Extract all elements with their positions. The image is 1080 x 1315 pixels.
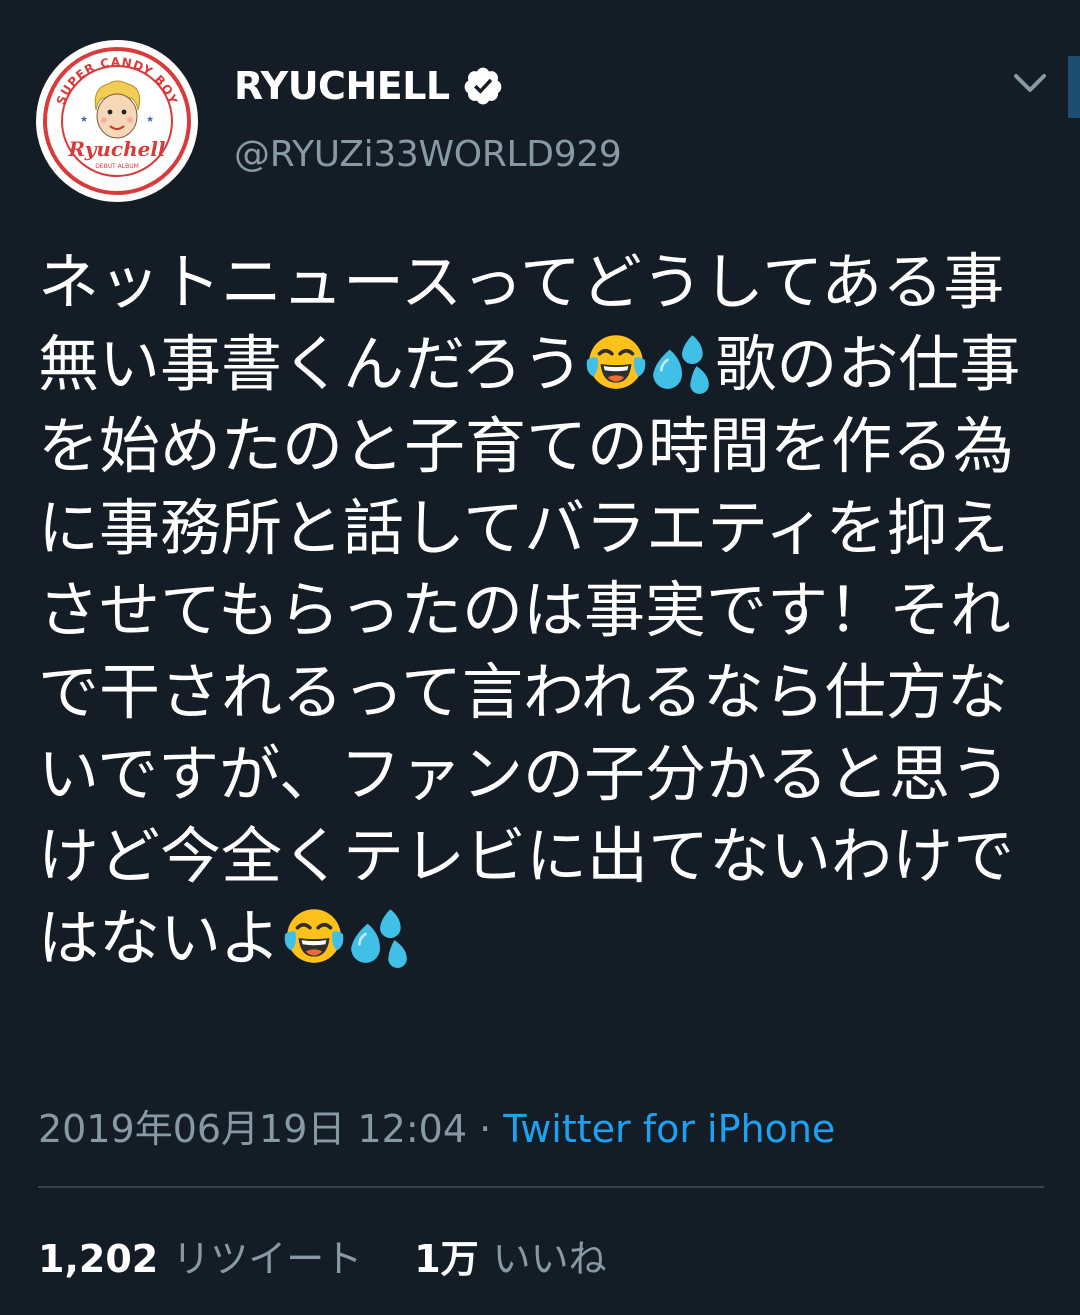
svg-text:★: ★ <box>146 115 154 125</box>
retweets-label: リツイート <box>172 1237 363 1281</box>
tweet-meta: 2019年06月19日 12:04 · Twitter for iPhone <box>38 1098 835 1153</box>
tweet-timestamp[interactable]: 2019年06月19日 12:04 <box>38 1107 467 1151</box>
face-with-tears-of-joy-icon <box>583 329 649 395</box>
scrollbar-thumb[interactable] <box>1068 56 1080 118</box>
author-name-row[interactable]: RYUCHELL <box>234 60 504 112</box>
retweets-stat[interactable]: 1,202 リツイート <box>38 1228 362 1283</box>
verified-badge-icon <box>464 67 502 105</box>
tweet-stats: 1,202 リツイート 1万 いいね <box>38 1228 607 1283</box>
avatar[interactable]: SUPER CANDY BOY ★ ★ Ryuchell DEBUT ALBUM <box>36 40 198 202</box>
sweat-droplets-icon <box>347 903 413 969</box>
sweat-droplets-icon <box>649 329 715 395</box>
tweet-text-segment: 歌のお仕事を始めたのと子育ての時間を作る為に事務所と話してバラエティを抑えさせて… <box>38 329 1021 974</box>
likes-count: 1万 <box>414 1237 479 1281</box>
tweet-text: ネットニュースってどうしてある事無い事書くんだろう 歌のお仕事を始めたのと子育ての… <box>38 242 1038 980</box>
author-handle[interactable]: @RYUZi33WORLD929 <box>234 134 622 175</box>
meta-separator: · <box>467 1107 504 1151</box>
tweet-detail: SUPER CANDY BOY ★ ★ Ryuchell DEBUT ALBUM… <box>0 0 1080 1315</box>
svg-text:★: ★ <box>80 115 88 125</box>
likes-label: いいね <box>492 1237 607 1281</box>
retweets-count: 1,202 <box>38 1237 159 1281</box>
display-name[interactable]: RYUCHELL <box>234 64 450 108</box>
avatar-sub-text: DEBUT ALBUM <box>95 163 139 170</box>
chevron-down-icon[interactable] <box>1006 64 1054 104</box>
avatar-badge-icon: SUPER CANDY BOY ★ ★ Ryuchell DEBUT ALBUM <box>38 42 196 200</box>
divider <box>38 1186 1044 1188</box>
face-with-tears-of-joy-icon <box>281 903 347 969</box>
likes-stat[interactable]: 1万 いいね <box>414 1228 606 1283</box>
avatar-script-text: Ryuchell <box>67 137 165 161</box>
tweet-source-link[interactable]: Twitter for iPhone <box>503 1107 835 1151</box>
